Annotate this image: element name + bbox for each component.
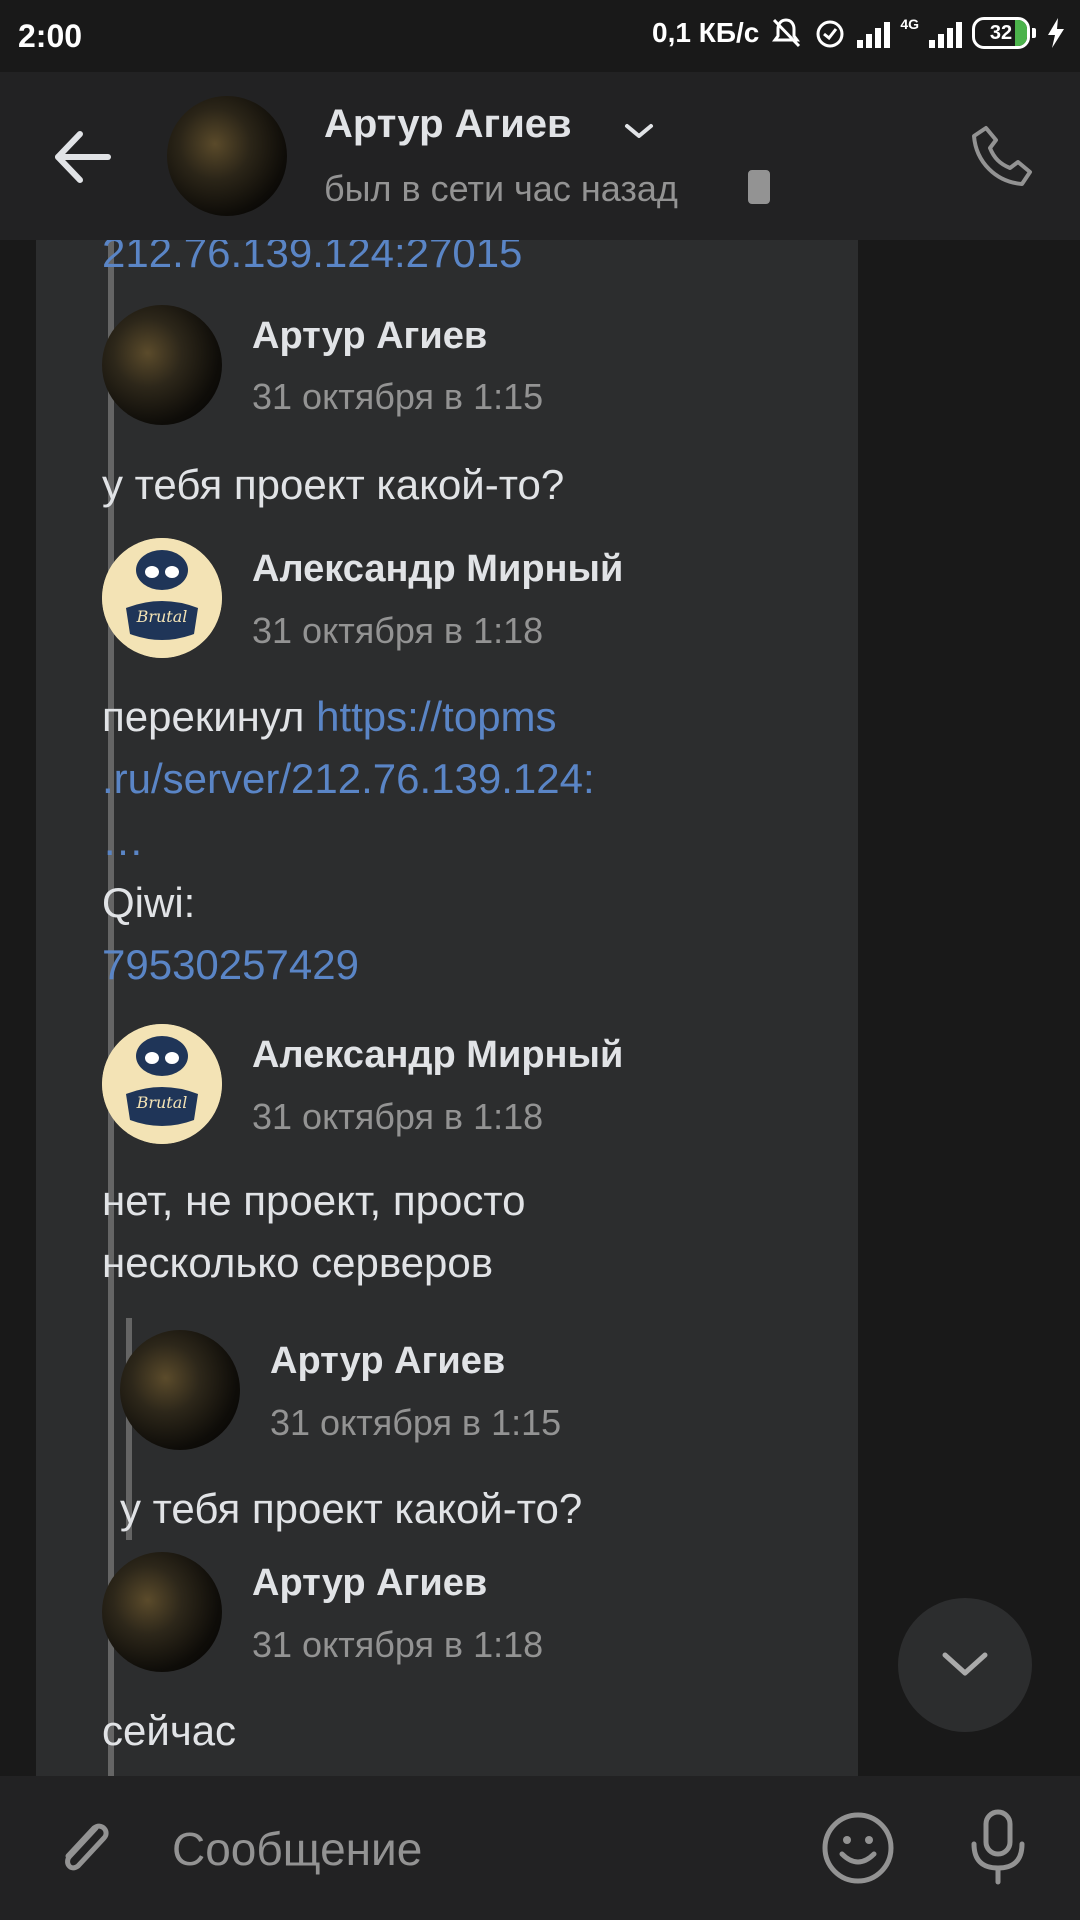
message-date: 31 октября в 1:18 [252,610,544,651]
emoji-button[interactable] [820,1810,896,1886]
panda-logo-icon: Brutal [102,538,222,658]
message-input[interactable] [170,1812,774,1886]
message-link[interactable]: … [102,810,144,872]
battery-level: 32 [989,21,1013,44]
avatar[interactable]: Brutal [102,538,222,658]
message-text-prefix: перекинул [102,693,317,740]
status-bar: 2:00 0,1 КБ/с 4G 32 [0,0,1080,72]
phone-link[interactable]: 79530257429 [102,934,359,996]
message-date: 31 октября в 1:18 [252,1096,544,1137]
cell-signal-icon [929,18,962,48]
message-bubble[interactable]: 212.76.139.124:27015 Артур Агиев 31 октя… [36,240,858,1776]
message-author[interactable]: Артур Агиев [252,1562,487,1605]
scroll-down-button[interactable] [898,1598,1032,1732]
status-icons: 0,1 КБ/с 4G 32 [652,16,1066,50]
svg-text:Brutal: Brutal [136,607,188,626]
microphone-button[interactable] [960,1806,1036,1886]
message-text: сейчас [102,1707,237,1754]
composer [0,1776,1080,1920]
panda-logo-icon: Brutal [102,1024,222,1144]
attach-button[interactable] [50,1812,122,1884]
avatar[interactable] [102,1552,222,1672]
call-button[interactable] [966,120,1038,192]
contact-status: был в сети час назад [324,168,678,209]
avatar[interactable] [102,305,222,425]
qiwi-label: Qiwi: [102,879,196,926]
wifi-signal-icon [857,18,891,48]
network-type: 4G [900,16,919,32]
contact-avatar[interactable] [167,96,287,216]
message-author[interactable]: Александр Мирный [252,548,623,591]
svg-text:Brutal: Brutal [136,1093,188,1112]
truncated-link[interactable]: 212.76.139.124:27015 [102,240,522,284]
message-author[interactable]: Артур Агиев [270,1340,505,1383]
status-time: 2:00 [18,18,83,54]
network-speed: 0,1 КБ/с [652,17,760,48]
chevron-down-icon [942,1652,988,1676]
message-text: перекинул https://topms [102,686,557,748]
message-date: 31 октября в 1:15 [252,376,544,417]
battery-icon: 32 [972,17,1036,49]
chat-area: 212.76.139.124:27015 Артур Агиев 31 октя… [0,240,1080,1776]
avatar[interactable] [120,1330,240,1450]
contact-name[interactable]: Артур Агиев [324,102,572,147]
chevron-down-icon[interactable] [622,116,656,146]
message-text: у тебя проект какой-то? [102,461,565,508]
message-text: у тебя проект какой-то? [120,1485,583,1532]
message-author[interactable]: Александр Мирный [252,1034,623,1077]
avatar[interactable]: Brutal [102,1024,222,1144]
charging-icon [1048,18,1064,48]
back-button[interactable] [48,122,118,192]
mute-icon [772,18,801,48]
screen: 2:00 0,1 КБ/с 4G 32 Артур Агиев был в се… [0,0,1080,1920]
message-link[interactable]: .ru/server/212.76.139.124: [102,748,595,810]
alarm-icon [816,20,844,48]
message-author[interactable]: Артур Агиев [252,315,487,358]
mobile-device-icon [748,170,770,204]
message-date: 31 октября в 1:15 [270,1402,562,1443]
message-text: нет, не проект, просто [102,1177,526,1224]
message-date: 31 октября в 1:18 [252,1624,544,1665]
chat-header: Артур Агиев был в сети час назад [0,72,1080,240]
message-link[interactable]: https://topms [316,693,556,740]
message-text: несколько серверов [102,1239,494,1286]
